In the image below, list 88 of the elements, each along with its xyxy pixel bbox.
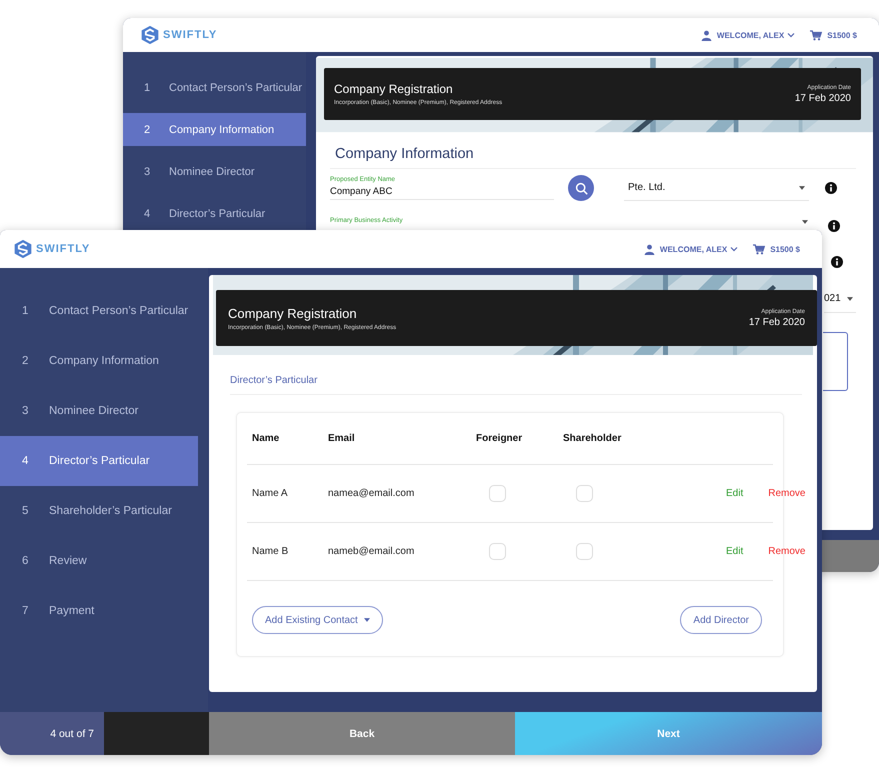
table-cell-text: Name A	[252, 488, 289, 499]
step-number: 4	[144, 208, 152, 220]
sidebar-item[interactable]: 3 Nominee Director	[123, 155, 306, 188]
remove-link[interactable]: Remove	[768, 488, 806, 499]
banner-title: Company Registration	[228, 306, 358, 320]
caret-icon	[802, 220, 808, 224]
step-number: 5	[22, 505, 30, 517]
step-number: 3	[144, 166, 152, 178]
user-menu[interactable]: WELCOME, ALEX	[716, 30, 796, 40]
year-select[interactable]: 021	[824, 286, 856, 312]
info-icon[interactable]	[825, 182, 837, 194]
step-label: Nominee Director	[49, 405, 138, 417]
chevron-icon	[730, 246, 738, 252]
cart-icon	[810, 30, 822, 40]
application-date: 17 Feb 2020	[748, 316, 805, 328]
column-header: Email	[328, 433, 356, 444]
table-cell-text: namea@email.com	[328, 488, 416, 499]
user-icon	[644, 244, 655, 254]
step-label: Contact Person’s Particular	[169, 82, 302, 94]
step-number: 6	[22, 555, 30, 567]
step-label: Contact Person’s Particular	[49, 305, 188, 317]
sidebar-item[interactable]: 7 Payment	[0, 586, 208, 636]
cart-icon	[753, 244, 766, 254]
edit-link[interactable]: Edit	[726, 488, 744, 499]
sidebar-item[interactable]: 1 Contact Person’s Particular	[123, 71, 306, 104]
text-field[interactable]	[823, 332, 848, 391]
step-label: Director’s Particular	[49, 455, 150, 467]
table-cell-text: Name B	[252, 546, 290, 557]
banner-title: Company Registration	[334, 82, 454, 96]
step-number: 1	[22, 305, 30, 317]
logo-text: SWIFTLY	[163, 29, 218, 41]
cart-total: S1500 $	[770, 244, 800, 254]
add-contact-button[interactable]: Add Existing Contact	[252, 606, 383, 634]
step-label: Company Information	[169, 124, 274, 136]
sidebar-item[interactable]: 4 Director’s Particular	[0, 436, 198, 486]
checkbox[interactable]	[576, 543, 593, 560]
section-heading: Company Information	[330, 146, 856, 169]
checkbox[interactable]	[489, 485, 506, 502]
column-header: Name	[252, 433, 280, 444]
cart-total: S1500 $	[827, 30, 857, 40]
field-value: Company ABC	[330, 186, 394, 197]
info-icon[interactable]	[831, 256, 843, 268]
user-icon	[700, 30, 712, 40]
sidebar-item[interactable]: 2 Company Information	[123, 113, 306, 146]
hexagon-logo-icon	[13, 239, 33, 259]
step-label: Review	[49, 555, 87, 567]
logo-text: SWIFTLY	[36, 243, 90, 255]
edit-link[interactable]: Edit	[726, 546, 744, 557]
step-label: Payment	[49, 605, 94, 617]
hexagon-logo-icon	[140, 25, 160, 45]
step-label: Nominee Director	[169, 166, 255, 178]
sidebar-item[interactable]: 2 Company Information	[0, 336, 208, 386]
remove-link[interactable]: Remove	[768, 546, 806, 557]
sidebar-item[interactable]: 3 Nominee Director	[0, 386, 208, 436]
select-value: Pte. Ltd.	[628, 182, 666, 193]
checkbox[interactable]	[576, 485, 593, 502]
user-menu[interactable]: WELCOME, ALEX	[660, 244, 738, 254]
step-number: 4	[22, 455, 30, 467]
step-number: 1	[144, 82, 152, 94]
sidebar-item[interactable]: 5 Shareholder’s Particular	[0, 486, 208, 536]
sidebar-item[interactable]: 4 Director’s Particular	[123, 197, 306, 230]
caret-icon	[846, 296, 853, 300]
progress-label: 4 out of 7	[0, 712, 104, 755]
back-button[interactable]: Back	[209, 712, 515, 755]
caret-icon	[799, 186, 805, 190]
select-value: 021	[824, 293, 841, 304]
table-cell-text: nameb@email.com	[328, 546, 416, 557]
chevron-icon	[787, 32, 796, 38]
search-button[interactable]	[568, 175, 594, 201]
column-header: Foreigner	[476, 433, 524, 444]
section-heading: Director’s Particular	[230, 355, 802, 395]
column-header: Shareholder	[563, 433, 622, 444]
step-number: 2	[144, 124, 152, 136]
step-label: Director’s Particular	[169, 208, 266, 220]
search-icon	[574, 182, 588, 194]
sidebar-item[interactable]: 1 Contact Person’s Particular	[0, 286, 208, 336]
checkbox[interactable]	[489, 543, 506, 560]
step-number: 7	[22, 605, 30, 617]
step-label: Company Information	[49, 355, 159, 367]
step-number: 2	[22, 355, 30, 367]
application-date: 17 Feb 2020	[794, 92, 851, 104]
info-icon[interactable]	[828, 220, 840, 232]
sidebar-item[interactable]: 6 Review	[0, 536, 208, 586]
step-number: 3	[22, 405, 30, 417]
step-label: Shareholder’s Particular	[49, 505, 172, 517]
add-director-button[interactable]: Add Director	[680, 606, 762, 634]
caret-icon	[364, 618, 370, 622]
entity-type-select[interactable]: Pte. Ltd.	[624, 175, 809, 201]
